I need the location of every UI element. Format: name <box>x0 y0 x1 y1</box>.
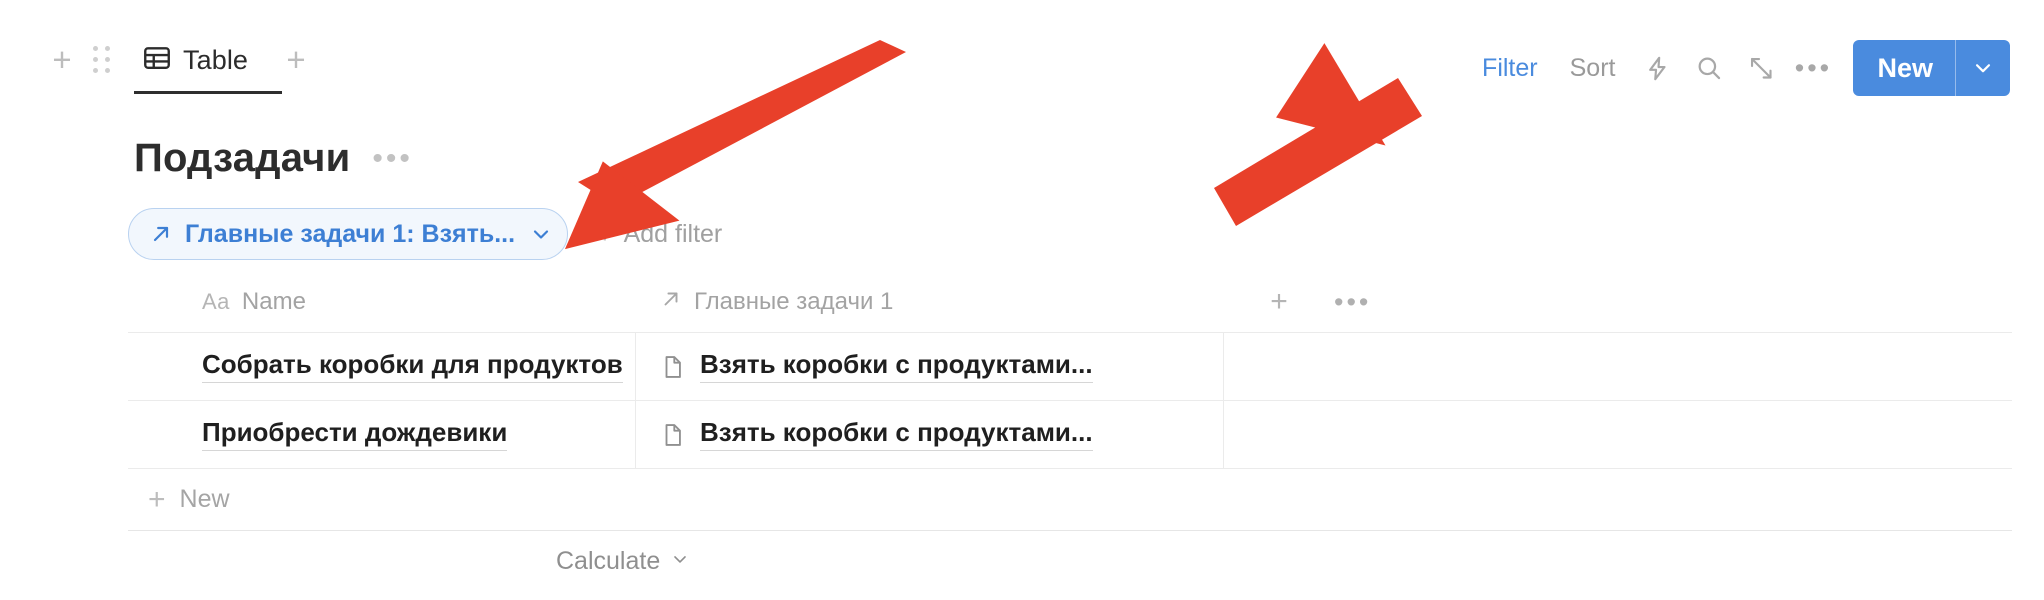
add-filter-button[interactable]: + Add filter <box>596 217 723 250</box>
table-row[interactable]: Приобрести дождевики Взять коробки с про… <box>128 400 2012 468</box>
cell-name[interactable]: Собрать коробки для продуктов <box>128 333 636 400</box>
table-row[interactable]: Собрать коробки для продуктов Взять коро… <box>128 332 2012 400</box>
cell-relation[interactable]: Взять коробки с продуктами... <box>636 401 1224 468</box>
cell-empty[interactable] <box>1224 333 2012 400</box>
add-row-button[interactable]: + New <box>128 468 2012 530</box>
search-icon[interactable] <box>1683 45 1735 91</box>
add-row-label: New <box>179 485 230 513</box>
table-header-row: Aa Name Главные задачи 1 + ••• <box>128 272 2012 332</box>
new-button-label: New <box>1877 52 1933 83</box>
add-filter-label: Add filter <box>623 219 723 248</box>
column-header-name[interactable]: Aa Name <box>128 272 636 332</box>
tab-table[interactable]: Table <box>134 36 282 94</box>
tab-table-label: Table <box>183 44 249 75</box>
new-button[interactable]: New <box>1853 40 2010 96</box>
filter-pill-glavnye-zadachi[interactable]: Главные задачи 1: Взять... <box>128 208 569 260</box>
arrow-up-right-icon <box>149 222 173 246</box>
calculate-chevron-down-icon <box>670 547 690 576</box>
cell-relation-text: Взять коробки с продуктами... <box>700 417 1093 451</box>
page-icon <box>660 354 686 380</box>
cell-empty[interactable] <box>1224 401 2012 468</box>
toolbar-right-group: Filter Sort ••• New <box>1466 40 2010 96</box>
column-options-ellipsis-icon[interactable]: ••• <box>1334 289 1424 316</box>
add-filter-plus-icon: + <box>596 217 614 250</box>
column-header-relation-label: Главные задачи 1 <box>694 288 894 315</box>
page-title-row: Подзадачи ••• <box>134 136 413 181</box>
notion-database-view: + Table + Filter Sort ••• New Подзадачи … <box>0 0 2044 600</box>
add-view-plus-icon[interactable]: + <box>40 38 84 82</box>
filter-pill-label: Главные задачи 1: Взять... <box>185 219 516 248</box>
calculate-button[interactable]: Calculate <box>556 547 690 576</box>
filter-pill-chevron-down-icon[interactable] <box>527 222 553 246</box>
add-tab-plus-icon[interactable]: + <box>274 38 318 82</box>
table-icon <box>142 43 172 78</box>
cell-name-text: Собрать коробки для продуктов <box>202 349 623 383</box>
add-row-plus-icon: + <box>148 482 166 516</box>
cell-relation-text: Взять коробки с продуктами... <box>700 349 1093 383</box>
table-footer: Calculate <box>128 530 2012 592</box>
page-title-ellipsis-icon[interactable]: ••• <box>372 143 413 173</box>
cell-relation[interactable]: Взять коробки с продуктами... <box>636 333 1224 400</box>
toolbar-left-group: + Table + <box>40 36 318 94</box>
page-icon <box>660 422 686 448</box>
database-table: Aa Name Главные задачи 1 + ••• Собрать к… <box>128 272 2012 592</box>
tab-active-underline <box>134 91 282 94</box>
arrow-up-right-icon <box>660 288 682 317</box>
sort-button[interactable]: Sort <box>1554 54 1632 83</box>
filter-button[interactable]: Filter <box>1466 54 1554 83</box>
view-toolbar: + Table + Filter Sort ••• New <box>0 0 2044 110</box>
filter-bar: Главные задачи 1: Взять... + Add filter <box>128 208 722 260</box>
drag-handle-icon[interactable] <box>84 38 120 82</box>
new-button-chevron-down-icon[interactable] <box>1956 40 2010 96</box>
column-header-relation[interactable]: Главные задачи 1 <box>636 272 1224 332</box>
expand-arrows-icon[interactable] <box>1735 45 1787 91</box>
calculate-label: Calculate <box>556 547 661 575</box>
more-options-icon[interactable]: ••• <box>1787 45 1839 91</box>
page-title: Подзадачи <box>134 136 351 180</box>
lightning-bolt-icon[interactable] <box>1631 45 1683 91</box>
add-column-plus-icon[interactable]: + <box>1224 285 1334 319</box>
cell-name[interactable]: Приобрести дождевики <box>128 401 636 468</box>
column-header-name-label: Name <box>241 288 306 315</box>
aa-text-icon: Aa <box>202 289 230 314</box>
cell-name-text: Приобрести дождевики <box>202 417 508 451</box>
